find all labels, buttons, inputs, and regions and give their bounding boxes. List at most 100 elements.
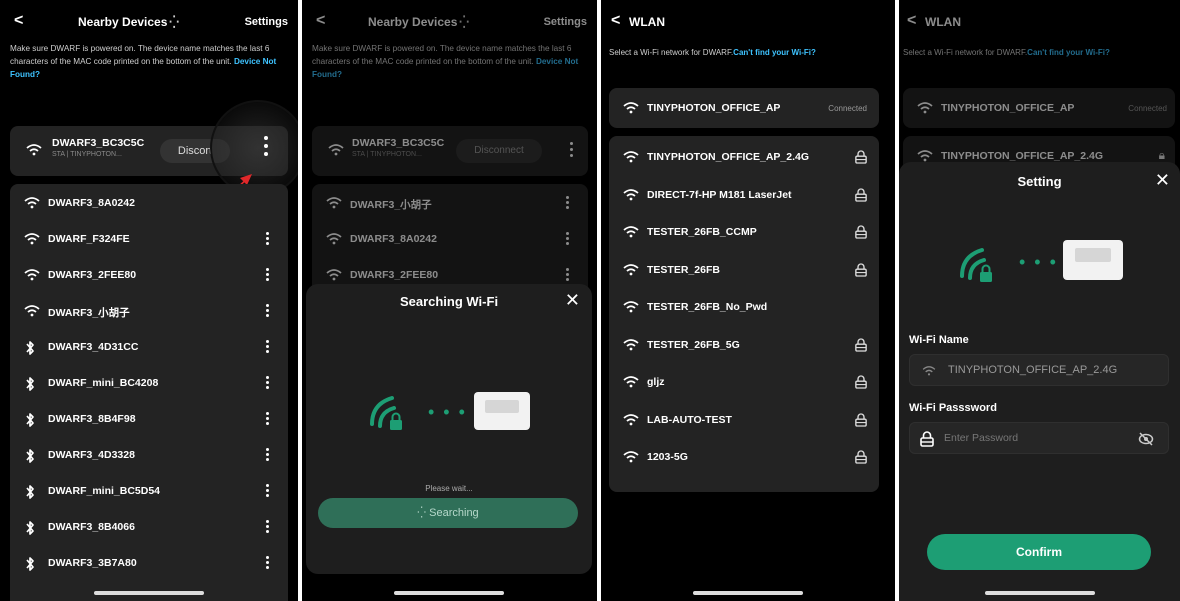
header: < WLAN bbox=[601, 0, 895, 44]
list-item[interactable]: TESTER_26FB bbox=[609, 253, 879, 289]
back-button[interactable]: < bbox=[611, 12, 620, 30]
wifi-name-value: TINYPHOTON_OFFICE_AP_2.4G bbox=[948, 364, 1118, 376]
list-item[interactable]: TESTER_26FB_No_Pwd bbox=[609, 290, 879, 326]
wifi-icon bbox=[623, 338, 639, 352]
home-indicator bbox=[985, 591, 1095, 595]
close-icon[interactable]: ✕ bbox=[1155, 170, 1170, 191]
wifi-icon bbox=[24, 304, 40, 318]
password-field[interactable]: Enter Password bbox=[909, 422, 1169, 454]
item-label: 1203-5G bbox=[647, 451, 688, 463]
list-item[interactable]: DWARF_F324FE bbox=[10, 222, 288, 258]
close-icon[interactable]: ✕ bbox=[565, 290, 580, 311]
more-options-icon[interactable] bbox=[264, 518, 270, 538]
wifi-name-field: TINYPHOTON_OFFICE_AP_2.4G bbox=[909, 354, 1169, 386]
header: < Nearby Devices ⁛ Settings bbox=[0, 0, 298, 44]
more-options-icon[interactable] bbox=[262, 134, 270, 160]
list-item[interactable]: DWARF3_8A0242 bbox=[10, 186, 288, 222]
item-label: DWARF3_8B4066 bbox=[48, 521, 135, 533]
wifi-icon bbox=[623, 450, 639, 464]
wifi-name-label: Wi-Fi Name bbox=[909, 334, 969, 346]
item-label: DWARF3_小胡子 bbox=[48, 307, 130, 319]
more-options-icon[interactable] bbox=[264, 482, 270, 502]
wifi-lock-icon bbox=[960, 248, 992, 282]
searching-wifi-screen: < Nearby Devices ⁛ Settings Make sure DWA… bbox=[302, 0, 597, 601]
network-list: TINYPHOTON_OFFICE_AP_2.4G DIRECT-7f-HP M1… bbox=[609, 136, 879, 492]
item-label: DWARF3_2FEE80 bbox=[48, 269, 137, 281]
wifi-icon bbox=[922, 366, 936, 376]
more-options-icon[interactable] bbox=[264, 338, 270, 358]
item-label: gljz bbox=[647, 376, 665, 388]
item-label: DWARF_F324FE bbox=[48, 233, 130, 245]
list-item[interactable]: TINYPHOTON_OFFICE_AP_2.4G bbox=[609, 140, 879, 176]
password-label: Wi-Fi Passsword bbox=[909, 402, 997, 414]
composite-screenshot: < Nearby Devices ⁛ Settings Make sure DWA… bbox=[0, 0, 1180, 601]
item-label: DWARF3_4D31CC bbox=[48, 341, 139, 353]
nearby-devices-screen: < Nearby Devices ⁛ Settings Make sure DWA… bbox=[0, 0, 298, 601]
list-item[interactable]: gljz bbox=[609, 365, 879, 401]
wifi-icon bbox=[623, 300, 639, 314]
more-options-icon[interactable] bbox=[264, 554, 270, 574]
list-item[interactable]: DWARF3_4D31CC bbox=[10, 330, 288, 366]
more-options-icon[interactable] bbox=[264, 374, 270, 394]
more-options-icon[interactable] bbox=[264, 230, 270, 250]
device-subtitle: STA | TINYPHOTON... bbox=[52, 151, 122, 158]
bluetooth-icon bbox=[24, 448, 40, 463]
network-name: TINYPHOTON_OFFICE_AP bbox=[647, 102, 781, 114]
list-item[interactable]: DWARF3_8B4F98 bbox=[10, 402, 288, 438]
list-item[interactable]: DWARF_mini_BC4208 bbox=[10, 366, 288, 402]
more-options-icon[interactable] bbox=[264, 302, 270, 322]
more-options-icon[interactable] bbox=[264, 266, 270, 286]
bluetooth-icon bbox=[24, 340, 40, 355]
bluetooth-icon bbox=[24, 520, 40, 535]
current-network-card[interactable]: TINYPHOTON_OFFICE_AP Connected bbox=[609, 88, 879, 128]
settings-button[interactable]: Settings bbox=[245, 16, 288, 28]
item-label: LAB-AUTO-TEST bbox=[647, 413, 732, 426]
list-item[interactable]: 1203-5G bbox=[609, 440, 879, 476]
searching-button[interactable]: ⁛ Searching bbox=[318, 498, 578, 528]
list-item[interactable]: DWARF3_2FEE80 bbox=[10, 258, 288, 294]
wait-text: Please wait... bbox=[425, 484, 473, 493]
list-item[interactable]: LAB-AUTO-TEST bbox=[609, 403, 879, 439]
list-item[interactable]: DWARF3_小胡子 bbox=[10, 294, 288, 330]
item-label: DWARF3_4D3328 bbox=[48, 449, 135, 461]
searching-wifi-sheet: Searching Wi-Fi ✕ • • • Please wait... ⁛… bbox=[306, 284, 592, 574]
confirm-button[interactable]: Confirm bbox=[927, 534, 1151, 570]
wifi-icon bbox=[623, 375, 639, 389]
bluetooth-icon bbox=[24, 412, 40, 427]
more-options-icon[interactable] bbox=[264, 446, 270, 466]
password-placeholder: Enter Password bbox=[944, 432, 1019, 444]
list-item[interactable]: DWARF3_4D3328 bbox=[10, 438, 288, 474]
item-label: TESTER_26FB_No_Pwd bbox=[647, 301, 768, 313]
connected-status: Connected bbox=[828, 104, 867, 113]
wifi-icon bbox=[623, 225, 639, 239]
list-item[interactable]: TESTER_26FB_CCMP bbox=[609, 215, 879, 251]
device-list: DWARF3_8A0242 DWARF_F324FE DWARF3_2FEE80 DW… bbox=[10, 184, 288, 601]
lock-icon bbox=[855, 337, 867, 355]
item-label: DWARF_mini_BC4208 bbox=[48, 377, 159, 389]
item-label: TINYPHOTON_OFFICE_AP_2.4G bbox=[647, 151, 810, 163]
item-label: DWARF3_8B4F98 bbox=[48, 413, 136, 425]
item-label: TESTER_26FB bbox=[647, 263, 720, 276]
connecting-dots: • • • bbox=[428, 402, 467, 422]
cant-find-wifi-link[interactable]: Can't find your Wi-Fi? bbox=[733, 48, 816, 57]
wifi-icon bbox=[623, 188, 639, 202]
list-item[interactable]: DWARF_mini_BC5D54 bbox=[10, 474, 288, 510]
list-item[interactable]: DWARF3_3B7A80 bbox=[10, 546, 288, 582]
instructions: Make sure DWARF is powered on. The devic… bbox=[10, 44, 277, 79]
list-item[interactable]: DWARF3_8B4066 bbox=[10, 510, 288, 546]
connecting-dots: • • • bbox=[1019, 252, 1058, 272]
eye-off-icon[interactable] bbox=[1138, 432, 1154, 446]
lock-icon bbox=[855, 375, 867, 392]
loading-spinner-icon: ⁛ bbox=[417, 507, 427, 519]
lock-icon bbox=[855, 150, 867, 167]
list-item[interactable]: DIRECT-7f-HP M181 LaserJet bbox=[609, 178, 879, 214]
list-item[interactable]: TESTER_26FB_5G bbox=[609, 328, 879, 364]
more-options-icon[interactable] bbox=[264, 410, 270, 430]
back-button[interactable]: < bbox=[14, 12, 23, 30]
dwarf-device-image bbox=[1063, 240, 1123, 280]
device-name: DWARF3_BC3C5C bbox=[52, 137, 145, 149]
wifi-icon bbox=[24, 196, 40, 210]
item-label: DWARF3_8A0242 bbox=[48, 197, 135, 209]
wifi-icon bbox=[623, 150, 639, 164]
lock-icon bbox=[855, 225, 867, 242]
